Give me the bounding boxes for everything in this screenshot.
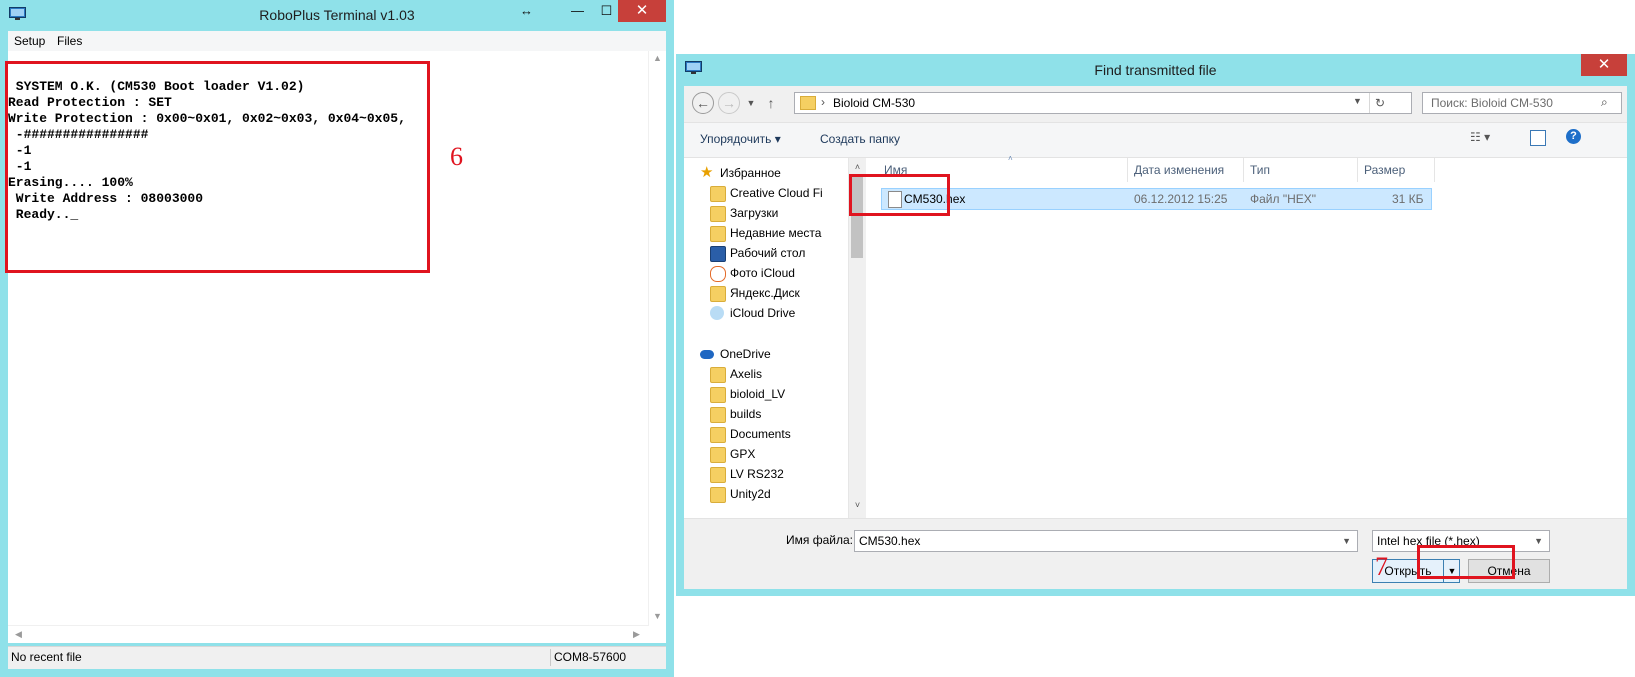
file-type: Файл "HEX" bbox=[1250, 192, 1317, 206]
command-toolbar: Упорядочить ▾ Создать папку ☷ ▾ ? bbox=[684, 122, 1627, 158]
scroll-up-icon[interactable]: ▲ bbox=[649, 53, 666, 63]
onedrive-cloud-icon bbox=[700, 350, 714, 359]
nav-favorites[interactable]: ★ Избранное bbox=[684, 163, 844, 183]
column-header-size[interactable]: Размер bbox=[1358, 158, 1435, 182]
refresh-icon[interactable]: ↻ bbox=[1369, 93, 1390, 113]
nav-item[interactable]: Яндекс.Диск bbox=[684, 283, 844, 303]
scroll-left-icon[interactable]: ◀ bbox=[10, 629, 27, 640]
highlight-box-console bbox=[5, 61, 430, 273]
terminal-titlebar[interactable]: RoboPlus Terminal v1.03 ↔ — ☐ ✕ bbox=[0, 0, 674, 30]
view-options-icon[interactable]: ☷ ▾ bbox=[1470, 130, 1490, 144]
nav-item[interactable]: builds bbox=[684, 404, 844, 424]
minimize-button[interactable]: — bbox=[563, 0, 592, 22]
scroll-up-icon[interactable]: ˄ bbox=[849, 162, 866, 172]
star-icon: ★ bbox=[700, 164, 714, 181]
nav-item[interactable]: Axelis bbox=[684, 364, 844, 384]
menu-files[interactable]: Files bbox=[57, 34, 82, 48]
nav-item[interactable]: Documents bbox=[684, 424, 844, 444]
history-dropdown-icon[interactable]: ▼ bbox=[1353, 96, 1362, 106]
resize-arrows-icon[interactable]: ↔ bbox=[512, 0, 541, 22]
vertical-scrollbar[interactable]: ▲ ▼ bbox=[648, 51, 666, 626]
folder-icon bbox=[710, 447, 726, 463]
folder-icon bbox=[710, 487, 726, 503]
icloud-photos-icon bbox=[710, 266, 726, 282]
column-header-date[interactable]: Дата изменения bbox=[1128, 158, 1244, 182]
dialog-title: Find transmitted file bbox=[1094, 62, 1217, 78]
nav-item[interactable]: Недавние места bbox=[684, 223, 844, 243]
filename-input[interactable]: CM530.hex ▼ bbox=[854, 530, 1358, 552]
help-icon[interactable]: ? bbox=[1566, 129, 1581, 144]
folder-icon bbox=[710, 387, 726, 403]
nav-item[interactable]: Creative Cloud Fi bbox=[684, 183, 844, 203]
folder-icon bbox=[710, 367, 726, 383]
table-row[interactable]: CM530.hex 06.12.2012 15:25 Файл "HEX" 31… bbox=[881, 188, 1432, 210]
up-folder-icon[interactable]: ↑ bbox=[760, 92, 782, 114]
chevron-down-icon[interactable]: ▼ bbox=[740, 92, 762, 114]
preview-pane-icon[interactable] bbox=[1530, 130, 1546, 146]
folder-icon bbox=[800, 96, 816, 110]
downloads-icon bbox=[710, 206, 726, 222]
nav-item[interactable]: Unity2d bbox=[684, 484, 844, 504]
forward-icon[interactable]: → bbox=[718, 92, 740, 114]
organize-menu[interactable]: Упорядочить ▾ bbox=[700, 132, 781, 146]
new-folder-button[interactable]: Создать папку bbox=[820, 132, 900, 146]
annotation-step-7: 7 bbox=[1375, 552, 1388, 581]
browser-panes: ★ Избранное Creative Cloud Fi Загрузки Н… bbox=[684, 154, 1627, 518]
folder-icon bbox=[710, 186, 726, 202]
nav-item[interactable]: iCloud Drive bbox=[684, 303, 844, 323]
annotation-step-6: 6 bbox=[450, 142, 463, 171]
status-bar: No recent file COM8-57600 bbox=[8, 646, 666, 669]
highlight-box-open-button bbox=[1417, 545, 1515, 579]
folder-icon bbox=[710, 407, 726, 423]
horizontal-scrollbar[interactable]: ◀ ▶ bbox=[8, 625, 649, 643]
search-input[interactable]: Поиск: Bioloid CM-530 ⌕ bbox=[1422, 92, 1622, 114]
dialog-body: ← → ▼ ↑ › Bioloid CM-530 ▼ ↻ Поиск: Biol… bbox=[684, 86, 1627, 589]
yandex-disk-icon bbox=[710, 286, 726, 302]
back-icon[interactable]: ← bbox=[692, 92, 714, 114]
icloud-drive-icon bbox=[710, 306, 724, 320]
highlight-box-file bbox=[849, 174, 950, 216]
desktop-icon bbox=[710, 246, 726, 262]
scroll-down-icon[interactable]: ▼ bbox=[649, 611, 666, 621]
nav-item[interactable]: LV RS232 bbox=[684, 464, 844, 484]
menu-bar: Setup Files bbox=[8, 31, 666, 51]
search-icon[interactable]: ⌕ bbox=[1601, 95, 1608, 110]
address-bar[interactable]: › Bioloid CM-530 ▼ ↻ bbox=[794, 92, 1412, 114]
nav-item[interactable]: bioloid_LV bbox=[684, 384, 844, 404]
scroll-down-icon[interactable]: ˅ bbox=[849, 500, 866, 510]
nav-onedrive[interactable]: OneDrive bbox=[684, 344, 844, 364]
file-dialog: Find transmitted file ✕ ← → ▼ ↑ › Bioloi… bbox=[676, 54, 1635, 596]
folder-icon bbox=[710, 467, 726, 483]
maximize-button[interactable]: ☐ bbox=[592, 0, 621, 22]
breadcrumb-separator-icon: › bbox=[821, 95, 825, 109]
nav-item[interactable]: Фото iCloud bbox=[684, 263, 844, 283]
nav-item[interactable]: Загрузки bbox=[684, 203, 844, 223]
file-size: 31 КБ bbox=[1392, 192, 1424, 206]
filename-label: Имя файла: bbox=[786, 533, 853, 547]
dialog-titlebar[interactable]: Find transmitted file ✕ bbox=[676, 54, 1635, 86]
nav-item[interactable]: GPX bbox=[684, 444, 844, 464]
search-placeholder: Поиск: Bioloid CM-530 bbox=[1431, 96, 1553, 110]
file-list: ˄ Имя Дата изменения Тип Размер CM530.he… bbox=[866, 154, 1627, 518]
nav-item[interactable]: Рабочий стол bbox=[684, 243, 844, 263]
navigation-pane: ★ Избранное Creative Cloud Fi Загрузки Н… bbox=[684, 158, 848, 518]
breadcrumb-current[interactable]: Bioloid CM-530 bbox=[833, 96, 915, 110]
close-button[interactable]: ✕ bbox=[618, 0, 666, 22]
recent-places-icon bbox=[710, 226, 726, 242]
file-modified: 06.12.2012 15:25 bbox=[1134, 192, 1228, 206]
chevron-down-icon[interactable]: ▼ bbox=[1534, 531, 1543, 551]
menu-setup[interactable]: Setup bbox=[14, 34, 45, 48]
dialog-close-button[interactable]: ✕ bbox=[1581, 54, 1627, 76]
chevron-down-icon[interactable]: ▼ bbox=[1342, 531, 1351, 551]
scroll-right-icon[interactable]: ▶ bbox=[628, 629, 645, 640]
status-port: COM8-57600 bbox=[550, 649, 650, 666]
column-header-type[interactable]: Тип bbox=[1244, 158, 1358, 182]
status-recent-file: No recent file bbox=[11, 650, 82, 664]
folder-icon bbox=[710, 427, 726, 443]
